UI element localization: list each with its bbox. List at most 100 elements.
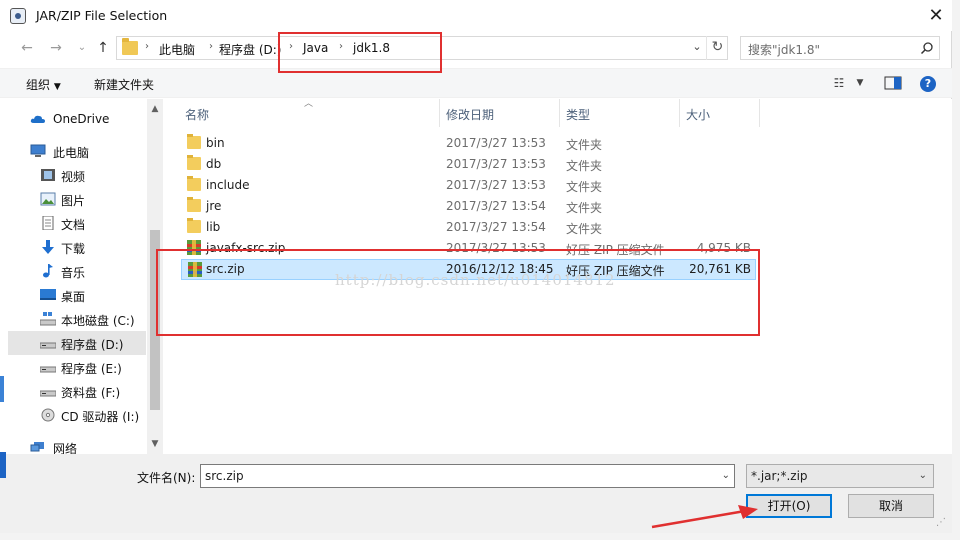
background-fragment (0, 452, 6, 478)
close-icon[interactable]: ✕ (922, 4, 950, 28)
folder-icon (187, 155, 201, 170)
organize-menu[interactable]: 组织 ▼ (26, 76, 61, 93)
refresh-icon[interactable]: ↻ (706, 36, 728, 60)
sidebar-item-label: 图片 (61, 194, 86, 208)
cloud-icon (30, 115, 45, 123)
sidebar-item-label: 此电脑 (53, 146, 90, 160)
annotation-arrow-icon (651, 505, 758, 529)
chevron-right-icon: › (145, 41, 149, 52)
computer-icon (30, 144, 46, 157)
file-name: bin (206, 136, 225, 150)
address-dropdown-icon[interactable]: ⌄ (690, 40, 704, 54)
filetype-select[interactable]: *.jar;*.zip ⌄ (746, 464, 934, 488)
scroll-up-arrow-icon[interactable]: ▲ (147, 101, 163, 117)
organize-label: 组织 (26, 78, 51, 92)
search-icon[interactable] (920, 41, 934, 55)
sidebar-item-videos[interactable]: 视频 (8, 163, 146, 187)
back-arrow-icon[interactable]: ← (16, 38, 38, 58)
sidebar-item-music[interactable]: 音乐 (8, 259, 146, 283)
column-header-modified[interactable]: 修改日期 (440, 99, 560, 127)
help-icon[interactable]: ? (920, 76, 936, 92)
file-row[interactable]: include 2017/3/27 13:53 文件夹 (181, 175, 756, 196)
filename-input[interactable]: src.zip ⌄ (200, 464, 735, 488)
annotation-highlight-file (156, 249, 760, 336)
app-icon (10, 8, 26, 24)
sidebar-item-drive-f[interactable]: 资料盘 (F:) (8, 379, 146, 403)
sidebar-item-downloads[interactable]: 下载 (8, 235, 146, 259)
network-icon (30, 442, 44, 452)
video-icon (41, 169, 55, 181)
file-type: 文件夹 (566, 159, 603, 173)
background-fragment (0, 376, 4, 402)
file-type: 文件夹 (566, 180, 603, 194)
sidebar-item-label: 下载 (61, 242, 86, 256)
sidebar-item-label: 视频 (61, 170, 86, 184)
resize-grip-icon[interactable]: ⋰ (936, 517, 948, 529)
drive-icon (40, 366, 56, 373)
preview-pane-icon[interactable] (884, 76, 902, 92)
scroll-down-arrow-icon[interactable]: ▼ (147, 436, 163, 452)
drive-c-icon (40, 312, 56, 326)
music-icon (43, 264, 53, 278)
sidebar-item-label: 本地磁盘 (C:) (61, 314, 135, 328)
folder-icon (187, 176, 201, 191)
column-header-label: 类型 (566, 108, 591, 122)
navigation-pane: OneDrive 此电脑 视频 图片 文档 下载 音乐 桌面 本地磁盘 (C:)… (0, 99, 163, 456)
background-window-edge (0, 533, 960, 540)
filetype-value: *.jar;*.zip (751, 469, 808, 483)
chevron-down-icon: ⌄ (918, 470, 927, 481)
sidebar-item-documents[interactable]: 文档 (8, 211, 146, 235)
pictures-icon (40, 192, 56, 206)
column-header-type[interactable]: 类型 (560, 99, 680, 127)
search-box[interactable]: 搜索"jdk1.8" (740, 36, 940, 60)
sidebar-item-label: CD 驱动器 (I:) (61, 410, 140, 424)
view-options-icon[interactable]: ☷ (830, 76, 848, 92)
chevron-down-icon[interactable]: ▼ (851, 78, 869, 94)
file-row[interactable]: db 2017/3/27 13:53 文件夹 (181, 154, 756, 175)
filename-value: src.zip (205, 469, 244, 483)
column-header-size[interactable]: 大小 (680, 99, 760, 127)
column-header-label: 大小 (686, 108, 711, 122)
file-name: include (206, 178, 250, 192)
forward-arrow-icon[interactable]: → (45, 38, 67, 58)
background-window-edge (952, 0, 960, 540)
file-row[interactable]: bin 2017/3/27 13:53 文件夹 (181, 133, 756, 154)
sidebar-item-label: 桌面 (61, 290, 86, 304)
cd-drive-icon (41, 408, 55, 422)
file-name: db (206, 157, 222, 171)
chevron-right-icon: › (209, 41, 213, 52)
file-modified: 2017/3/27 13:53 (446, 157, 546, 171)
command-toolbar: 组织 ▼ 新建文件夹 ☷ ▼ ? (0, 68, 952, 98)
new-folder-button[interactable]: 新建文件夹 (94, 76, 154, 93)
file-row[interactable]: lib 2017/3/27 13:54 文件夹 (181, 217, 756, 238)
file-name: jre (206, 199, 222, 213)
chevron-down-icon[interactable]: ⌄ (722, 470, 730, 481)
drive-icon (40, 342, 56, 349)
column-header-name[interactable]: 名称 (179, 99, 440, 127)
sidebar-item-this-pc[interactable]: 此电脑 (8, 139, 146, 163)
folder-icon (187, 134, 201, 149)
up-arrow-icon[interactable]: ↑ (92, 38, 114, 58)
sidebar-item-desktop[interactable]: 桌面 (8, 283, 146, 307)
recent-dropdown-icon[interactable]: ⌄ (71, 38, 93, 58)
sidebar-item-cd-drive[interactable]: CD 驱动器 (I:) (8, 403, 146, 427)
breadcrumb-item[interactable]: 程序盘 (D:) (219, 41, 281, 58)
filename-label: 文件名(N): (137, 471, 196, 485)
sidebar-item-drive-c[interactable]: 本地磁盘 (C:) (8, 307, 146, 331)
sidebar-item-label: OneDrive (53, 112, 110, 126)
sidebar-item-label: 文档 (61, 218, 86, 232)
sidebar-item-pictures[interactable]: 图片 (8, 187, 146, 211)
file-type: 文件夹 (566, 138, 603, 152)
breadcrumb-item[interactable]: 此电脑 (159, 41, 195, 58)
sidebar-item-drive-e[interactable]: 程序盘 (E:) (8, 355, 146, 379)
sidebar-item-drive-d[interactable]: 程序盘 (D:) (8, 331, 146, 355)
file-modified: 2017/3/27 13:53 (446, 136, 546, 150)
download-icon (42, 240, 54, 254)
sidebar-item-onedrive[interactable]: OneDrive (8, 107, 146, 131)
folder-icon (187, 218, 201, 233)
drive-icon (40, 390, 56, 397)
cancel-button[interactable]: 取消 (848, 494, 934, 518)
chevron-down-icon: ▼ (53, 82, 61, 92)
file-modified: 2017/3/27 13:54 (446, 199, 546, 213)
file-row[interactable]: jre 2017/3/27 13:54 文件夹 (181, 196, 756, 217)
